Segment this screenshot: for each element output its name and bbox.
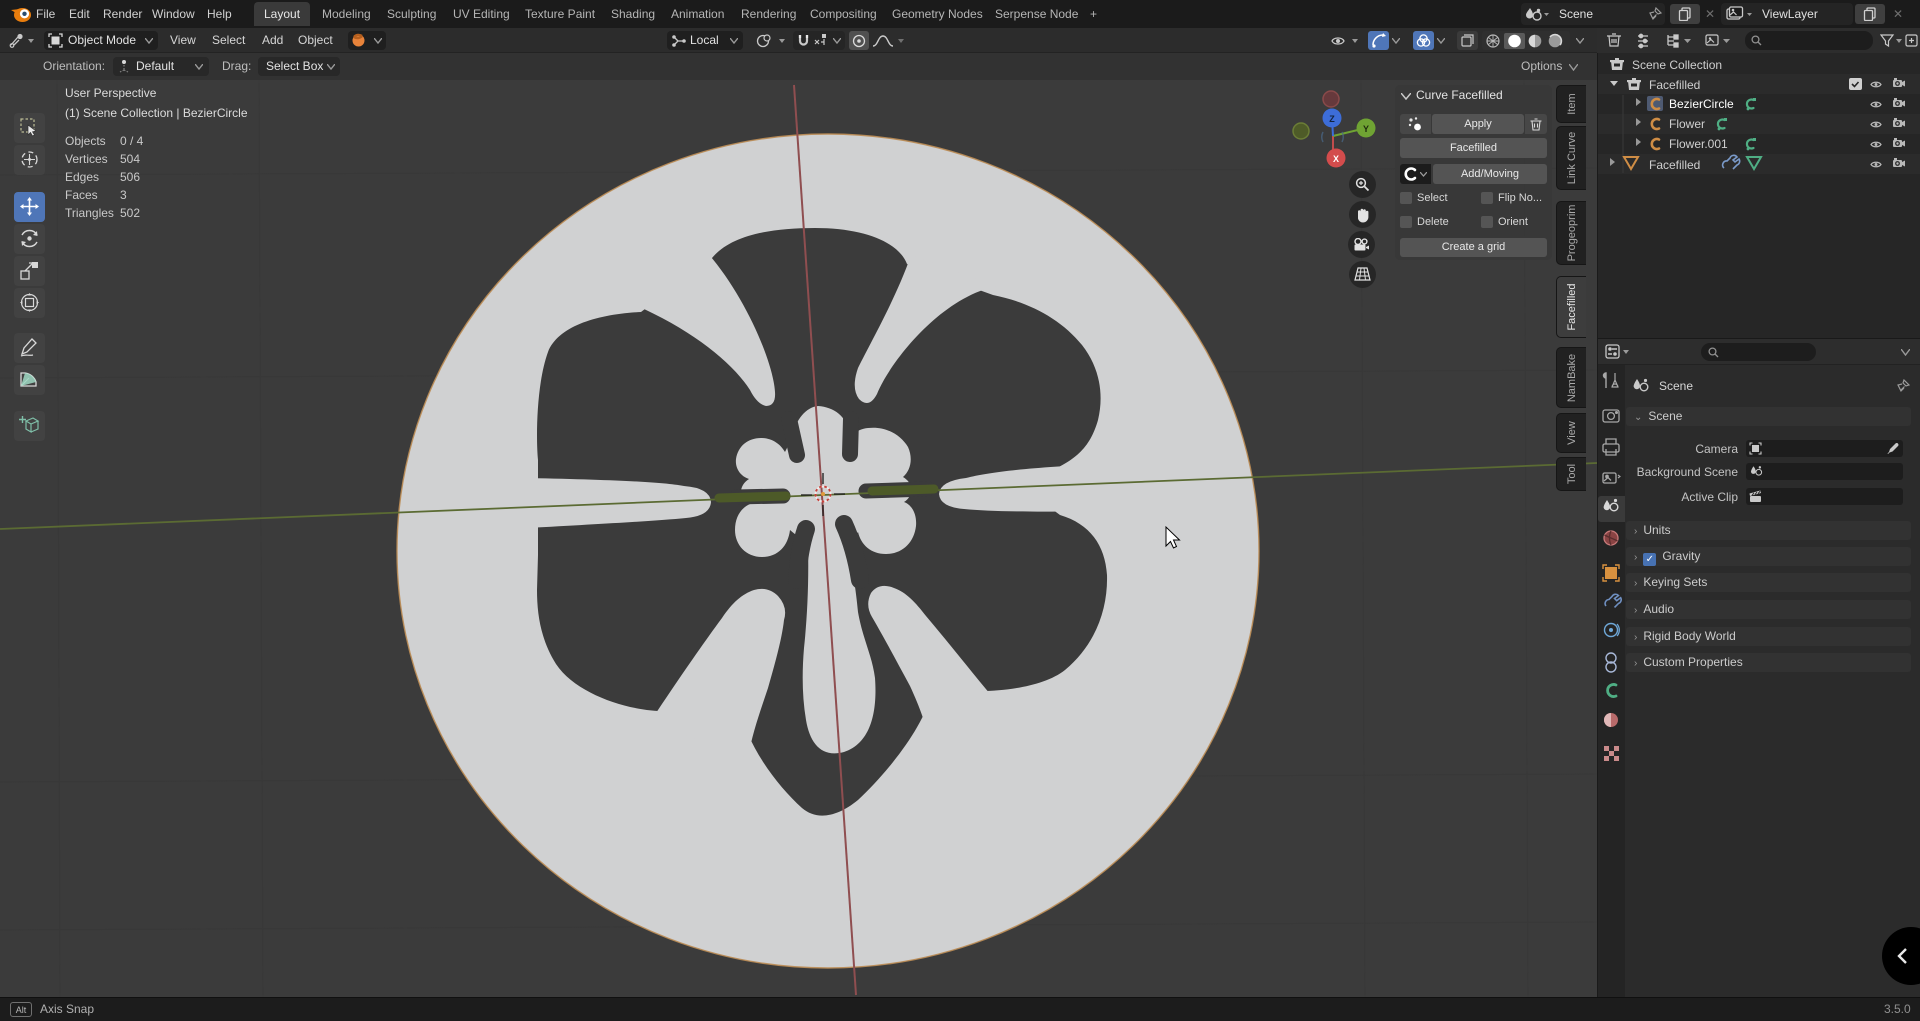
svg-text:Y: Y [1363,124,1369,134]
svg-text:Facefilled: Facefilled [1649,158,1700,172]
svg-text:Facefilled: Facefilled [1649,78,1700,92]
svg-text:Flower: Flower [1669,117,1705,131]
svg-text:Z: Z [1329,114,1335,124]
svg-text:Flower.001: Flower.001 [1669,137,1728,151]
svg-text:BezierCircle: BezierCircle [1669,97,1734,111]
svg-text:X: X [1333,154,1339,164]
svg-text:Scene Collection: Scene Collection [1632,58,1722,72]
